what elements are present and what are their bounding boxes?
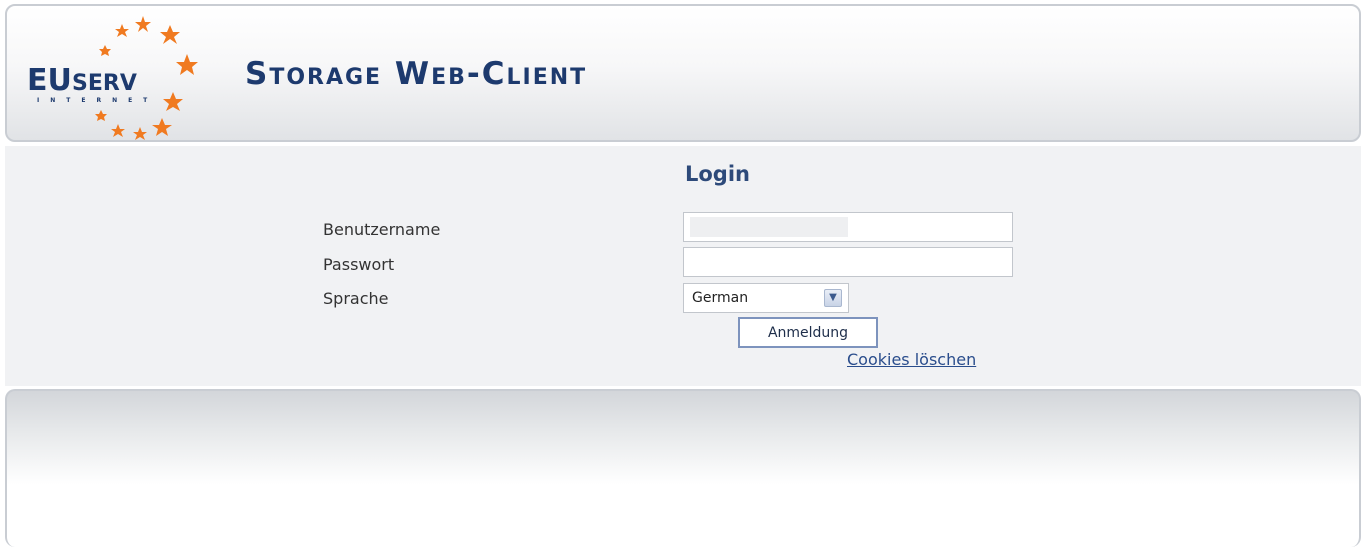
language-select-value: German [692, 290, 749, 306]
star-icon [135, 16, 151, 32]
app-title: Storage Web-Client [245, 56, 588, 92]
brand-tagline-text: INTERNET [37, 97, 158, 104]
language-select[interactable]: German ▼ [683, 283, 849, 313]
password-label: Passwort [323, 255, 395, 274]
chevron-down-icon[interactable]: ▼ [824, 289, 842, 307]
star-icon [99, 45, 111, 56]
star-icon [111, 124, 125, 137]
star-icon [176, 54, 198, 75]
username-input[interactable] [683, 212, 1013, 242]
login-panel: Login Benutzername Passwort Sprache Germ… [5, 146, 1361, 386]
password-input[interactable] [683, 247, 1013, 277]
brand-main-text: EU [27, 63, 72, 98]
username-label: Benutzername [323, 220, 441, 239]
header-banner: EU SERV INTERNET Storage Web-Client [5, 4, 1361, 142]
euserv-logo: EU SERV INTERNET [27, 16, 198, 140]
star-icon [95, 110, 107, 121]
star-icon [163, 92, 183, 111]
login-button[interactable]: Anmeldung [738, 317, 878, 348]
username-value [690, 217, 848, 237]
footer-panel [5, 389, 1361, 547]
clear-cookies-link[interactable]: Cookies löschen [847, 350, 976, 369]
star-icon [160, 25, 180, 44]
login-title: Login [685, 162, 750, 186]
brand-suffix-text: SERV [72, 71, 137, 96]
star-icon [115, 24, 129, 37]
language-label: Sprache [323, 289, 389, 308]
star-icon [133, 127, 147, 140]
star-icon [152, 118, 172, 136]
